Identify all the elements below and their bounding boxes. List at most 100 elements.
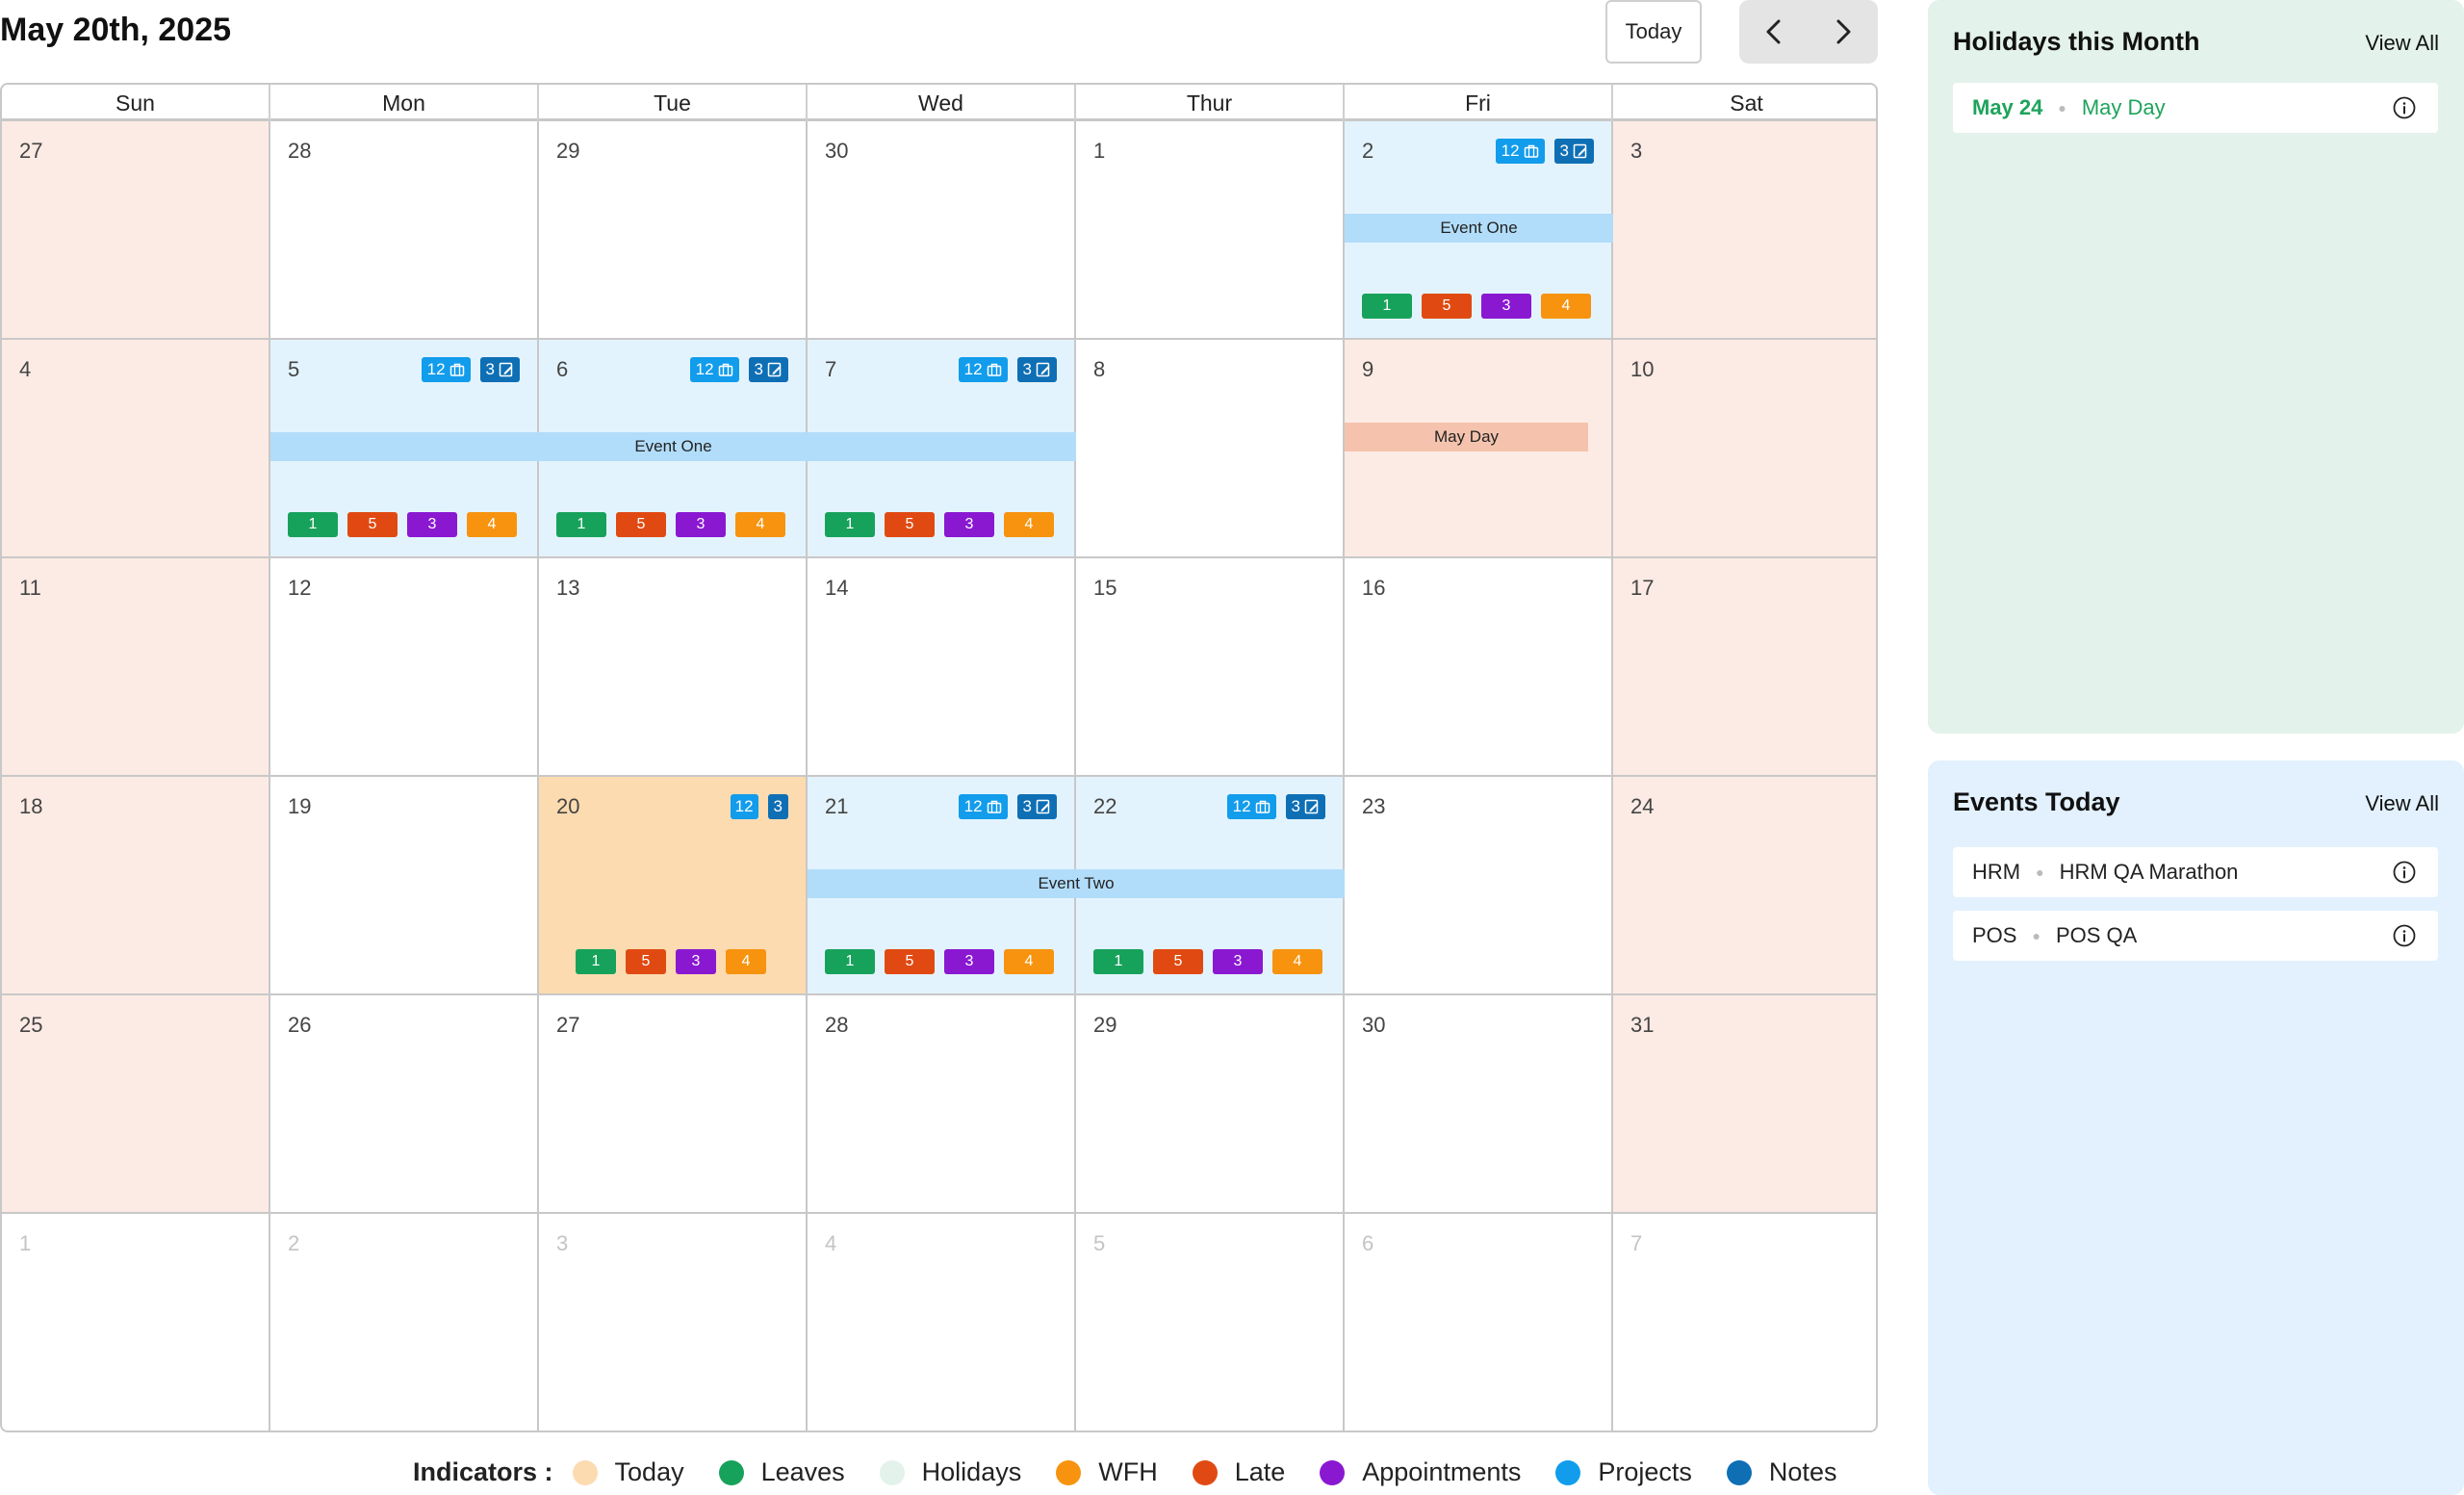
projects-badge[interactable]: 12 xyxy=(1495,139,1545,164)
projects-badge[interactable]: 12 xyxy=(958,357,1008,382)
notes-badge[interactable]: 3 xyxy=(748,357,788,382)
day-cell[interactable]: 30 xyxy=(808,121,1076,340)
wfh-indicator[interactable]: 4 xyxy=(735,512,785,537)
event-item[interactable]: HRM ● HRM QA Marathon xyxy=(1953,847,2438,897)
day-cell[interactable]: 12 xyxy=(270,558,539,777)
leaves-indicator[interactable]: 1 xyxy=(825,512,875,537)
day-cell[interactable]: 11 xyxy=(2,558,270,777)
day-cell[interactable]: 3 xyxy=(539,1214,808,1431)
wfh-indicator[interactable]: 4 xyxy=(726,949,766,974)
wfh-indicator[interactable]: 4 xyxy=(467,512,517,537)
day-cell[interactable]: 14 xyxy=(808,558,1076,777)
late-indicator[interactable]: 5 xyxy=(626,949,666,974)
late-indicator[interactable]: 5 xyxy=(885,949,935,974)
notes-badge[interactable]: 3 xyxy=(1285,794,1325,819)
day-cell[interactable]: 29 xyxy=(1076,995,1345,1214)
appointments-indicator[interactable]: 3 xyxy=(676,949,716,974)
notes-badge[interactable]: 3 xyxy=(767,794,788,819)
late-indicator[interactable]: 5 xyxy=(1153,949,1203,974)
day-cell[interactable]: 8 xyxy=(1076,340,1345,558)
appointments-indicator[interactable]: 3 xyxy=(944,949,994,974)
wfh-indicator[interactable]: 4 xyxy=(1541,294,1591,319)
day-cell[interactable]: 26 xyxy=(270,995,539,1214)
day-cell[interactable]: 28 xyxy=(270,121,539,340)
holidays-view-all-link[interactable]: View All xyxy=(2365,31,2439,56)
day-cell[interactable]: 5 xyxy=(1076,1214,1345,1431)
late-indicator[interactable]: 5 xyxy=(885,512,935,537)
day-cell[interactable]: 18 xyxy=(2,777,270,995)
notes-badge[interactable]: 3 xyxy=(1553,139,1594,164)
info-icon[interactable] xyxy=(2392,923,2417,948)
day-cell[interactable]: 15 xyxy=(1076,558,1345,777)
appointments-indicator[interactable]: 3 xyxy=(676,512,726,537)
next-month-button[interactable] xyxy=(1814,3,1872,61)
day-cell[interactable]: 2 xyxy=(270,1214,539,1431)
projects-badge[interactable]: 12 xyxy=(730,794,758,819)
event-bar[interactable]: Event One xyxy=(1345,214,1613,243)
late-indicator[interactable]: 5 xyxy=(347,512,398,537)
day-cell[interactable]: 6 xyxy=(1345,1214,1613,1431)
day-cell[interactable]: 27 xyxy=(539,995,808,1214)
day-cell[interactable]: 27 xyxy=(2,121,270,340)
day-number: 10 xyxy=(1630,357,1655,381)
today-button[interactable]: Today xyxy=(1605,0,1702,64)
projects-badge[interactable]: 12 xyxy=(421,357,471,382)
legend-item-wfh: WFH xyxy=(1056,1457,1158,1487)
day-cell[interactable]: 16 xyxy=(1345,558,1613,777)
event-bar[interactable]: Event Two xyxy=(808,869,1345,898)
notes-badge[interactable]: 3 xyxy=(1016,794,1057,819)
leaves-indicator[interactable]: 1 xyxy=(576,949,616,974)
day-cell[interactable]: 7 xyxy=(1613,1214,1876,1431)
day-cell[interactable]: 10 xyxy=(1613,340,1876,558)
appointments-indicator[interactable]: 3 xyxy=(1481,294,1531,319)
notes-badge[interactable]: 3 xyxy=(1016,357,1057,382)
wfh-indicator[interactable]: 4 xyxy=(1004,949,1054,974)
appointments-indicator[interactable]: 3 xyxy=(407,512,457,537)
events-view-all-link[interactable]: View All xyxy=(2365,791,2439,816)
day-cell[interactable]: 31 xyxy=(1613,995,1876,1214)
leaves-indicator[interactable]: 1 xyxy=(556,512,606,537)
event-name: POS QA xyxy=(2055,923,2138,947)
day-cell[interactable]: 13 xyxy=(539,558,808,777)
projects-badge[interactable]: 12 xyxy=(1226,794,1276,819)
day-cell[interactable]: 24 xyxy=(1613,777,1876,995)
event-item[interactable]: POS ● POS QA xyxy=(1953,911,2438,961)
day-cell[interactable]: 4 xyxy=(2,340,270,558)
day-cell[interactable]: 30 xyxy=(1345,995,1613,1214)
holiday-bar[interactable]: May Day xyxy=(1345,423,1588,451)
day-cell[interactable]: 23 xyxy=(1345,777,1613,995)
wfh-indicator[interactable]: 4 xyxy=(1004,512,1054,537)
leaves-indicator[interactable]: 1 xyxy=(1093,949,1143,974)
day-cell[interactable]: 20 12 3 1 5 3 4 xyxy=(539,777,808,995)
day-cell[interactable]: 3 xyxy=(1613,121,1876,340)
projects-badge[interactable]: 12 xyxy=(689,357,739,382)
day-number: 26 xyxy=(288,1013,312,1037)
holiday-item[interactable]: May 24 ● May Day xyxy=(1953,83,2438,133)
day-cell[interactable]: 17 xyxy=(1613,558,1876,777)
day-cell[interactable]: 1 xyxy=(2,1214,270,1431)
wfh-indicator[interactable]: 4 xyxy=(1272,949,1322,974)
day-cell[interactable]: 25 xyxy=(2,995,270,1214)
late-indicator[interactable]: 5 xyxy=(1422,294,1472,319)
info-icon[interactable] xyxy=(2392,95,2417,120)
notes-badge[interactable]: 3 xyxy=(479,357,520,382)
prev-month-button[interactable] xyxy=(1745,3,1803,61)
leaves-indicator[interactable]: 1 xyxy=(1362,294,1412,319)
legend-label: Holidays xyxy=(921,1457,1022,1486)
late-indicator[interactable]: 5 xyxy=(616,512,666,537)
legend-dot xyxy=(879,1459,905,1485)
day-cell[interactable]: 19 xyxy=(270,777,539,995)
day-cell[interactable]: 1 xyxy=(1076,121,1345,340)
leaves-indicator[interactable]: 1 xyxy=(825,949,875,974)
event-bar[interactable]: Event One xyxy=(270,432,1076,461)
day-cell[interactable]: 4 xyxy=(808,1214,1076,1431)
day-cell[interactable]: 28 xyxy=(808,995,1076,1214)
projects-count: 12 xyxy=(1232,797,1251,815)
appointments-indicator[interactable]: 3 xyxy=(1213,949,1263,974)
projects-badge[interactable]: 12 xyxy=(958,794,1008,819)
projects-count: 12 xyxy=(695,360,714,378)
info-icon[interactable] xyxy=(2392,860,2417,885)
leaves-indicator[interactable]: 1 xyxy=(288,512,338,537)
appointments-indicator[interactable]: 3 xyxy=(944,512,994,537)
day-cell[interactable]: 29 xyxy=(539,121,808,340)
